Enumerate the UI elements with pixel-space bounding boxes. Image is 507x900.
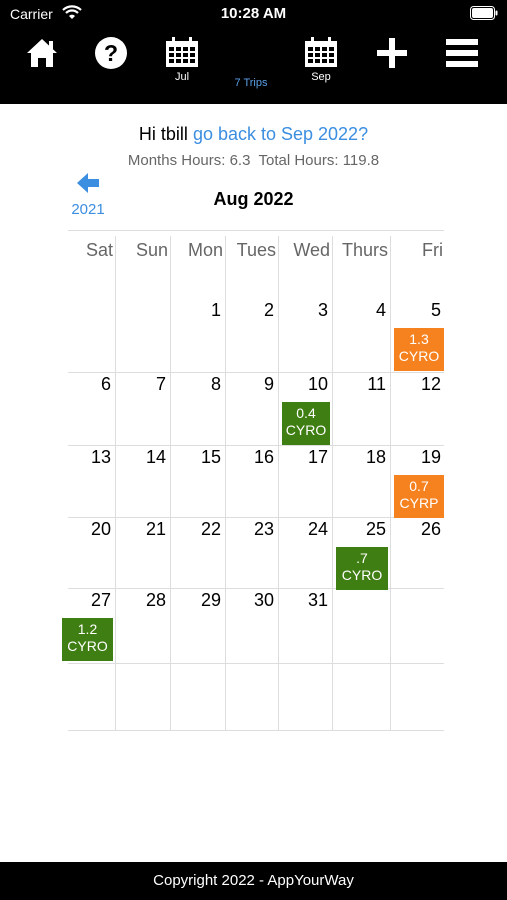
weekday-header: Sat: [85, 240, 113, 260]
top-bar: Carrier 10:28 AM ? Jul 7 Trips Sep: [0, 0, 507, 104]
home-button[interactable]: [24, 36, 60, 96]
trip-event[interactable]: .7 CYRO: [336, 547, 388, 590]
help-button[interactable]: ?: [92, 36, 130, 96]
trips-count-link[interactable]: 7 Trips: [220, 77, 282, 89]
grid-row-line: [68, 445, 444, 446]
day-cell-17[interactable]: 17: [298, 447, 328, 468]
day-cell-31[interactable]: 31: [298, 590, 328, 611]
trip-hours: 0.4: [296, 405, 316, 421]
prev-month-button[interactable]: Jul: [163, 36, 201, 96]
day-cell-23[interactable]: 23: [244, 519, 274, 540]
weekday-header: Fri: [422, 240, 443, 260]
trip-code: CYRO: [67, 638, 108, 654]
trip-event[interactable]: 1.2 CYRO: [62, 618, 113, 661]
day-cell-9[interactable]: 9: [244, 374, 274, 395]
day-cell-4[interactable]: 4: [356, 300, 386, 321]
day-cell-5[interactable]: 5: [411, 300, 441, 321]
grid-column-line: [278, 236, 279, 731]
menu-button[interactable]: [444, 36, 480, 96]
trip-hours: 0.7: [409, 478, 429, 494]
day-cell-2[interactable]: 2: [244, 300, 274, 321]
weekday-header: Wed: [293, 240, 330, 260]
day-cell-30[interactable]: 30: [244, 590, 274, 611]
trip-hours: 1.3: [409, 331, 429, 347]
calendar-icon: [166, 37, 198, 67]
day-cell-12[interactable]: 12: [411, 374, 441, 395]
trip-code: CYRO: [398, 348, 440, 364]
day-cell-11[interactable]: 11: [356, 374, 386, 395]
day-cell-19[interactable]: 19: [411, 447, 441, 468]
day-cell-6[interactable]: 6: [81, 374, 111, 395]
grid-row-line: [68, 230, 444, 231]
day-cell-27[interactable]: 27: [81, 590, 111, 611]
trip-code: CYRP: [399, 495, 439, 511]
battery-icon: [470, 6, 498, 20]
day-cell-24[interactable]: 24: [298, 519, 328, 540]
grid-row-line: [68, 372, 444, 373]
prev-month-label: Jul: [174, 71, 190, 83]
weekday-header: Sun: [135, 240, 168, 260]
grid-column-line: [390, 236, 391, 731]
trip-code: CYRO: [341, 567, 383, 583]
day-cell-16[interactable]: 16: [244, 447, 274, 468]
day-cell-18[interactable]: 18: [356, 447, 386, 468]
grid-row-line: [68, 517, 444, 518]
grid-column-line: [225, 236, 226, 731]
trip-hours: .7: [356, 550, 368, 566]
grid-row-line: [68, 730, 444, 731]
calendar-icon: [305, 37, 337, 67]
grid-column-line: [332, 236, 333, 731]
next-month-button[interactable]: Sep: [302, 36, 340, 96]
day-cell-20[interactable]: 20: [81, 519, 111, 540]
day-cell-10[interactable]: 10: [298, 374, 328, 395]
trip-code: CYRO: [285, 422, 327, 438]
day-cell-7[interactable]: 7: [136, 374, 166, 395]
weekday-header: Thurs: [341, 240, 388, 260]
help-icon: ?: [95, 37, 127, 69]
trip-event[interactable]: 1.3 CYRO: [394, 328, 444, 371]
weekday-header: Tues: [236, 240, 276, 260]
next-month-label: Sep: [311, 71, 331, 83]
day-cell-3[interactable]: 3: [298, 300, 328, 321]
status-bar: Carrier 10:28 AM: [0, 0, 507, 30]
day-cell-21[interactable]: 21: [136, 519, 166, 540]
menu-icon: [446, 39, 478, 67]
footer: Copyright 2022 - AppYourWay: [0, 862, 507, 900]
day-cell-1[interactable]: 1: [191, 300, 221, 321]
day-cell-22[interactable]: 22: [191, 519, 221, 540]
trip-hours: 1.2: [77, 621, 98, 637]
grid-column-line: [170, 236, 171, 731]
add-trip-button[interactable]: [374, 36, 410, 96]
plus-icon: [377, 38, 407, 68]
grid-column-line: [115, 236, 116, 731]
day-cell-29[interactable]: 29: [191, 590, 221, 611]
weekday-header: Mon: [187, 240, 223, 260]
day-cell-8[interactable]: 8: [191, 374, 221, 395]
greeting-text: Hi tbill: [138, 124, 188, 144]
status-time: 10:28 AM: [220, 5, 287, 22]
grid-row-line: [68, 663, 444, 664]
day-cell-28[interactable]: 28: [136, 590, 166, 611]
day-cell-13[interactable]: 13: [81, 447, 111, 468]
trip-event[interactable]: 0.4 CYRO: [282, 402, 330, 445]
go-back-link[interactable]: go back to Sep 2022?: [193, 124, 368, 144]
svg-text:?: ?: [104, 40, 118, 66]
hours-summary: Months Hours: 6.3 Total Hours: 119.8: [127, 152, 380, 169]
month-title: Aug 2022: [213, 189, 294, 209]
day-cell-15[interactable]: 15: [191, 447, 221, 468]
day-cell-26[interactable]: 26: [411, 519, 441, 540]
greeting-line: Hi tbill go back to Sep 2022?: [0, 124, 507, 145]
home-icon: [27, 39, 57, 67]
day-cell-14[interactable]: 14: [136, 447, 166, 468]
trip-event[interactable]: 0.7 CYRP: [394, 475, 444, 518]
day-cell-25[interactable]: 25: [356, 519, 386, 540]
